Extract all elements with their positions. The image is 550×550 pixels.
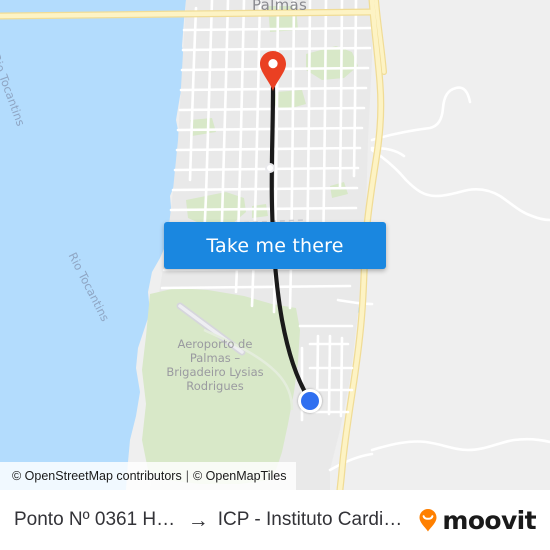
origin-location-dot	[298, 389, 322, 413]
attribution-openmaptiles[interactable]: © OpenMapTiles	[193, 469, 287, 483]
attribution-separator: |	[185, 469, 189, 483]
trip-origin-label: Ponto Nº 0361 Hospit…	[14, 509, 179, 530]
map-canvas[interactable]: Palmas Rio Tocantins Rio Tocantins Aerop…	[0, 0, 550, 490]
trip-arrow-icon: →	[187, 509, 209, 531]
trip-summary: Ponto Nº 0361 Hospit… → ICP - Instituto …	[14, 509, 409, 531]
moovit-trip-map-screen: Palmas Rio Tocantins Rio Tocantins Aerop…	[0, 0, 550, 550]
take-me-there-button[interactable]: Take me there	[164, 222, 386, 269]
moovit-logo[interactable]: moovit	[415, 505, 537, 535]
route-waypoint-dot	[265, 163, 275, 173]
footer-bar: Ponto Nº 0361 Hospit… → ICP - Instituto …	[0, 490, 550, 550]
moovit-wordmark: moovit	[442, 505, 536, 535]
map-attribution: © OpenStreetMap contributors | © OpenMap…	[0, 462, 297, 490]
airport-green-zone	[142, 288, 300, 484]
moovit-pin-icon	[419, 509, 437, 532]
trip-destination-label: ICP - Instituto Cardiovasc…	[217, 509, 410, 530]
attribution-osm[interactable]: © OpenStreetMap contributors	[12, 469, 182, 483]
